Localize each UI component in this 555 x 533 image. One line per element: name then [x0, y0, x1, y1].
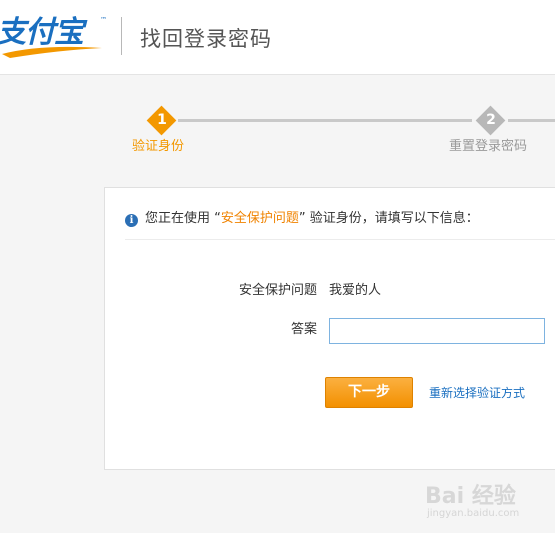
alipay-logo[interactable]: 支付宝 ™ — [0, 14, 108, 60]
divider-line — [125, 239, 555, 240]
step-connector — [508, 119, 555, 122]
logo-trademark: ™ — [100, 16, 107, 24]
watermark-logo: Bai 经验 jingyan.baidu.com — [425, 474, 555, 524]
info-notice: i 您正在使用 “安全保护问题” 验证身份，请填写以下信息： — [125, 210, 479, 228]
notice-prefix: 您正在使用 “ — [145, 211, 221, 226]
notice-suffix: ” 验证身份，请填写以下信息： — [298, 211, 479, 226]
watermark-sub: jingyan.baidu.com — [427, 508, 520, 519]
security-question-label: 安全保护问题 — [238, 283, 317, 298]
info-icon: i — [125, 214, 138, 227]
answer-label: 答案 — [290, 322, 317, 337]
step-connector — [178, 119, 472, 122]
answer-input[interactable] — [329, 318, 545, 344]
step-1-number: 1 — [157, 112, 167, 128]
security-question-value: 我爱的人 — [329, 283, 382, 298]
step-2-label: 重置登录密码 — [449, 139, 528, 154]
header: 支付宝 ™ 找回登录密码 — [0, 0, 555, 75]
progress-steps: 1 2 验证身份 重置登录密码 — [0, 100, 555, 170]
notice-highlight: 安全保护问题 — [220, 211, 299, 226]
logo-swoosh-icon — [2, 46, 102, 58]
step-2-number: 2 — [486, 112, 496, 128]
verification-panel: i 您正在使用 “安全保护问题” 验证身份，请填写以下信息： 安全保护问题 我爱的… — [104, 187, 555, 470]
step-1-label: 验证身份 — [132, 139, 185, 154]
watermark-main: Bai 经验 — [425, 484, 516, 509]
reselect-verification-link[interactable]: 重新选择验证方式 — [429, 385, 525, 401]
header-divider — [121, 17, 122, 55]
next-button[interactable]: 下一步 — [325, 377, 413, 408]
page-title: 找回登录密码 — [140, 27, 272, 51]
